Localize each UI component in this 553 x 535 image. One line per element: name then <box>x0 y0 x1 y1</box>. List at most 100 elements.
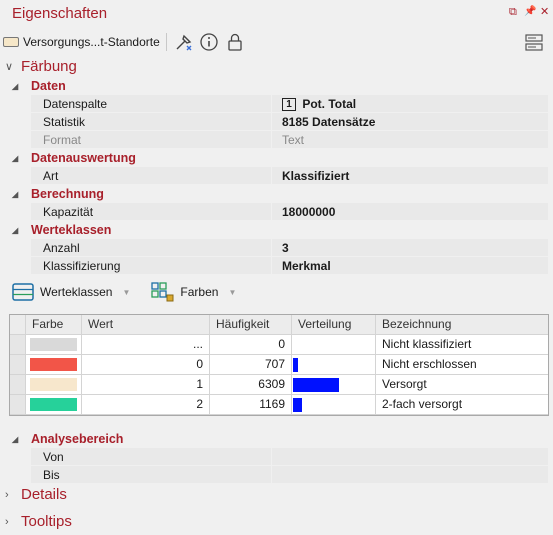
bezeichnung-cell[interactable]: Nicht klassifiziert <box>376 335 548 355</box>
col-header-verteilung[interactable]: Verteilung <box>292 315 376 335</box>
row-selector[interactable] <box>10 355 26 375</box>
prop-row-anzahl[interactable]: Anzahl 3 <box>12 239 548 257</box>
col-header-bezeichnung[interactable]: Bezeichnung <box>376 315 548 335</box>
layer-color-icon <box>3 37 19 47</box>
value-classes-icon <box>12 283 34 301</box>
float-window-icon[interactable]: ⧉ <box>509 6 517 18</box>
color-cell[interactable] <box>26 375 82 395</box>
table-row[interactable]: 2 1169 2-fach versorgt <box>10 395 548 415</box>
collapse-triangle-icon: ◢ <box>12 434 19 444</box>
table-header-row: Farbe Wert Häufigkeit Verteilung Bezeich… <box>10 315 548 335</box>
farben-label: Farben <box>180 285 219 299</box>
prop-value[interactable]: Merkmal <box>272 257 548 275</box>
panel-titlebar: Eigenschaften ⧉ 📌 ✕ <box>0 0 553 28</box>
prop-row-format: Format Text <box>12 131 548 149</box>
group-details[interactable]: › Details <box>5 486 67 503</box>
panel-layout-icon[interactable] <box>524 32 544 52</box>
dropdown-arrow-icon: ▼ <box>122 287 131 297</box>
verteilung-cell[interactable] <box>292 355 376 375</box>
group-tooltips-label: Tooltips <box>21 513 72 530</box>
prop-value: 8185 Datensätze <box>272 113 548 131</box>
color-cell[interactable] <box>26 395 82 415</box>
haeufigkeit-cell[interactable]: 6309 <box>210 375 292 395</box>
prop-row-klassifizierung[interactable]: Klassifizierung Merkmal <box>12 257 548 275</box>
color-swatch[interactable] <box>30 378 77 391</box>
layer-selector[interactable]: Versorgungs...t-Standorte <box>3 35 160 49</box>
prop-row-kapazitaet[interactable]: Kapazität 18000000 <box>12 203 548 221</box>
verteilung-cell[interactable] <box>292 335 376 355</box>
prop-name: Datenspalte <box>31 95 271 113</box>
section-daten-label: Daten <box>31 79 66 93</box>
wert-cell[interactable]: 0 <box>82 355 210 375</box>
col-header-haeufigkeit[interactable]: Häufigkeit <box>210 315 292 335</box>
pin-icon[interactable]: 📌 <box>524 6 536 18</box>
color-swatch[interactable] <box>30 338 77 351</box>
col-header-wert[interactable]: Wert <box>82 315 210 335</box>
haeufigkeit-cell[interactable]: 707 <box>210 355 292 375</box>
color-swatch[interactable] <box>30 398 77 411</box>
prop-value[interactable]: Klassifiziert <box>272 167 548 185</box>
value-classes-table: Farbe Wert Häufigkeit Verteilung Bezeich… <box>9 314 549 416</box>
werteklassen-label: Werteklassen <box>40 285 113 299</box>
distribution-bar <box>293 398 302 412</box>
chevron-right-icon: › <box>5 488 9 501</box>
bezeichnung-cell[interactable]: Nicht erschlossen <box>376 355 548 375</box>
prop-value[interactable]: 3 <box>272 239 548 257</box>
section-datenauswertung[interactable]: ◢ Datenauswertung <box>12 149 548 167</box>
table-row[interactable]: 0 707 Nicht erschlossen <box>10 355 548 375</box>
prop-name: Anzahl <box>31 239 271 257</box>
collapse-triangle-icon: ◢ <box>12 153 19 163</box>
section-berechnung-label: Berechnung <box>31 187 104 201</box>
haeufigkeit-cell[interactable]: 0 <box>210 335 292 355</box>
pick-tool-icon[interactable] <box>174 32 194 52</box>
wert-cell[interactable]: 1 <box>82 375 210 395</box>
verteilung-cell[interactable] <box>292 395 376 415</box>
bezeichnung-cell[interactable]: 2-fach versorgt <box>376 395 548 415</box>
collapse-triangle-icon: ◢ <box>12 189 19 199</box>
collapse-triangle-icon: ◢ <box>12 81 19 91</box>
section-daten[interactable]: ◢ Daten <box>12 77 548 95</box>
group-tooltips[interactable]: › Tooltips <box>5 513 72 530</box>
group-faerbung[interactable]: ∨ Färbung <box>5 58 77 75</box>
collapse-triangle-icon: ◢ <box>12 225 19 235</box>
row-selector[interactable] <box>10 335 26 355</box>
dropdown-arrow-icon: ▼ <box>228 287 237 297</box>
row-selector-header <box>10 315 26 335</box>
bezeichnung-cell[interactable]: Versorgt <box>376 375 548 395</box>
col-header-farbe[interactable]: Farbe <box>26 315 82 335</box>
table-row[interactable]: 1 6309 Versorgt <box>10 375 548 395</box>
distribution-bar <box>293 378 339 392</box>
prop-row-bis[interactable]: Bis <box>12 466 548 484</box>
werteklassen-button[interactable]: Werteklassen ▼ <box>12 282 130 302</box>
farben-button[interactable]: Farben ▼ <box>150 281 236 303</box>
wert-cell[interactable]: ... <box>82 335 210 355</box>
prop-value[interactable] <box>272 448 548 466</box>
color-swatch[interactable] <box>30 358 77 371</box>
prop-value[interactable]: 18000000 <box>272 203 548 221</box>
wert-cell[interactable]: 2 <box>82 395 210 415</box>
section-werteklassen[interactable]: ◢ Werteklassen <box>12 221 548 239</box>
table-row[interactable]: ... 0 Nicht klassifiziert <box>10 335 548 355</box>
row-selector[interactable] <box>10 395 26 415</box>
section-analysebereich-label: Analysebereich <box>31 432 124 446</box>
prop-name: Von <box>31 448 271 466</box>
row-selector[interactable] <box>10 375 26 395</box>
color-cell[interactable] <box>26 335 82 355</box>
haeufigkeit-cell[interactable]: 1169 <box>210 395 292 415</box>
prop-row-art[interactable]: Art Klassifiziert <box>12 167 548 185</box>
prop-value[interactable]: 1 Pot. Total <box>272 95 548 113</box>
prop-row-von[interactable]: Von <box>12 448 548 466</box>
info-icon[interactable] <box>199 32 219 52</box>
prop-name: Statistik <box>31 113 271 131</box>
prop-row-statistik: Statistik 8185 Datensätze <box>12 113 548 131</box>
prop-row-datenspalte[interactable]: Datenspalte 1 Pot. Total <box>12 95 548 113</box>
section-analysebereich[interactable]: ◢ Analysebereich <box>12 430 548 448</box>
close-icon[interactable]: ✕ <box>540 6 549 18</box>
lock-icon[interactable] <box>225 32 245 52</box>
color-palette-icon <box>151 282 174 302</box>
prop-value[interactable] <box>272 466 548 484</box>
section-berechnung[interactable]: ◢ Berechnung <box>12 185 548 203</box>
section-datenauswertung-label: Datenauswertung <box>31 151 136 165</box>
verteilung-cell[interactable] <box>292 375 376 395</box>
color-cell[interactable] <box>26 355 82 375</box>
